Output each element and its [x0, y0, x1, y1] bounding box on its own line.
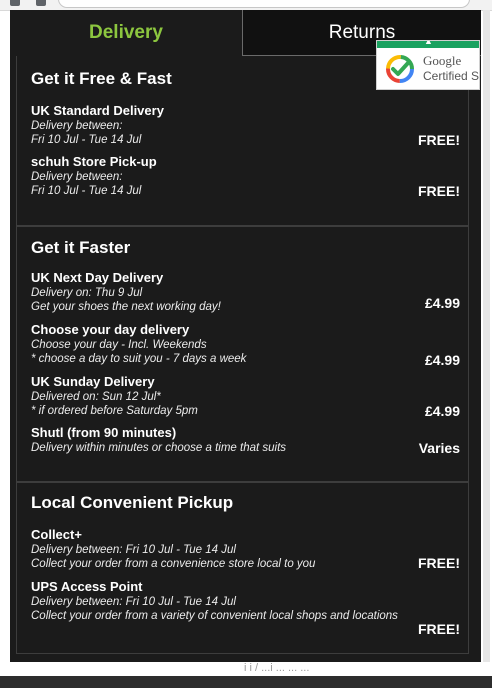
- section-title: Get it Faster: [31, 238, 131, 257]
- option-name: UK Next Day Delivery: [31, 270, 164, 285]
- scrollbar[interactable]: [483, 10, 490, 662]
- option-price: FREE!: [418, 183, 460, 199]
- option-detail: Delivery between:: [31, 171, 123, 183]
- option-next-day[interactable]: UK Next Day Delivery Delivery on: Thu 9 …: [31, 270, 451, 314]
- option-collect-plus[interactable]: Collect+ Delivery between: Fri 10 Jul - …: [31, 527, 451, 571]
- menu-icon[interactable]: [36, 0, 46, 6]
- option-shutl[interactable]: Shutl (from 90 minutes) Delivery within …: [31, 425, 451, 455]
- section-title: Local Convenient Pickup: [31, 493, 234, 512]
- option-detail: Delivered on: Sun 12 Jul*: [31, 391, 161, 403]
- option-name: Shutl (from 90 minutes): [31, 425, 177, 440]
- badge-line2: Certified Sh: [423, 69, 480, 83]
- option-detail: * if ordered before Saturday 5pm: [31, 405, 198, 417]
- option-detail: Collect your order from a convenience st…: [31, 558, 316, 570]
- chevron-up-icon[interactable]: ▲: [424, 41, 433, 46]
- option-uk-standard[interactable]: UK Standard Delivery Delivery between: F…: [31, 103, 451, 147]
- option-store-pickup[interactable]: schuh Store Pick-up Delivery between: Fr…: [31, 154, 451, 198]
- option-price: FREE!: [418, 621, 460, 637]
- google-check-logo-icon: [386, 55, 414, 83]
- section-local-pickup: Local Convenient Pickup Collect+ Deliver…: [16, 482, 469, 654]
- option-detail: Delivery within minutes or choose a time…: [31, 442, 287, 454]
- option-detail: Fri 10 Jul - Tue 14 Jul: [31, 185, 142, 197]
- option-detail: Delivery between: Fri 10 Jul - Tue 14 Ju…: [31, 544, 236, 556]
- option-name: UK Sunday Delivery: [31, 374, 155, 389]
- option-name: schuh Store Pick-up: [31, 154, 157, 169]
- option-detail: * choose a day to suit you - 7 days a we…: [31, 353, 247, 365]
- option-price: £4.99: [424, 295, 460, 311]
- tab-delivery[interactable]: Delivery: [10, 10, 242, 54]
- option-name: Choose your day delivery: [31, 322, 190, 337]
- delivery-modal: Delivery Returns Get it Free & Fast UK S…: [10, 10, 481, 662]
- address-bar[interactable]: [58, 0, 470, 8]
- option-detail: Choose your day - Incl. Weekends: [31, 339, 207, 351]
- option-price: FREE!: [418, 132, 460, 148]
- option-detail: Delivery between:: [31, 120, 123, 132]
- option-detail: Get your shoes the next working day!: [31, 301, 221, 313]
- section-faster: Get it Faster UK Next Day Delivery Deliv…: [16, 226, 469, 482]
- option-price: £4.99: [424, 403, 460, 419]
- option-ups-access[interactable]: UPS Access Point Delivery between: Fri 1…: [31, 579, 471, 623]
- option-name: UK Standard Delivery: [31, 103, 164, 118]
- option-price: £4.99: [424, 352, 460, 368]
- option-price: FREE!: [418, 555, 460, 571]
- back-icon[interactable]: [10, 0, 20, 6]
- section-title: Get it Free & Fast: [31, 69, 172, 88]
- option-price: Varies: [418, 440, 460, 456]
- option-detail: Fri 10 Jul - Tue 14 Jul: [31, 134, 142, 146]
- option-name: UPS Access Point: [31, 579, 143, 594]
- option-detail: Collect your order from a variety of con…: [31, 610, 398, 622]
- page-bottom-bar: [0, 676, 492, 688]
- footer-partial-text: i i / ...i ... ... ...: [244, 662, 310, 674]
- option-choose-day[interactable]: Choose your day delivery Choose your day…: [31, 322, 451, 366]
- google-certified-badge[interactable]: ▲ Google Certified Sh: [376, 40, 480, 90]
- badge-line1: Google: [423, 53, 462, 68]
- option-detail: Delivery between: Fri 10 Jul - Tue 14 Ju…: [31, 596, 236, 608]
- option-name: Collect+: [31, 527, 82, 542]
- option-sunday[interactable]: UK Sunday Delivery Delivered on: Sun 12 …: [31, 374, 451, 418]
- option-detail: Delivery on: Thu 9 Jul: [31, 287, 143, 299]
